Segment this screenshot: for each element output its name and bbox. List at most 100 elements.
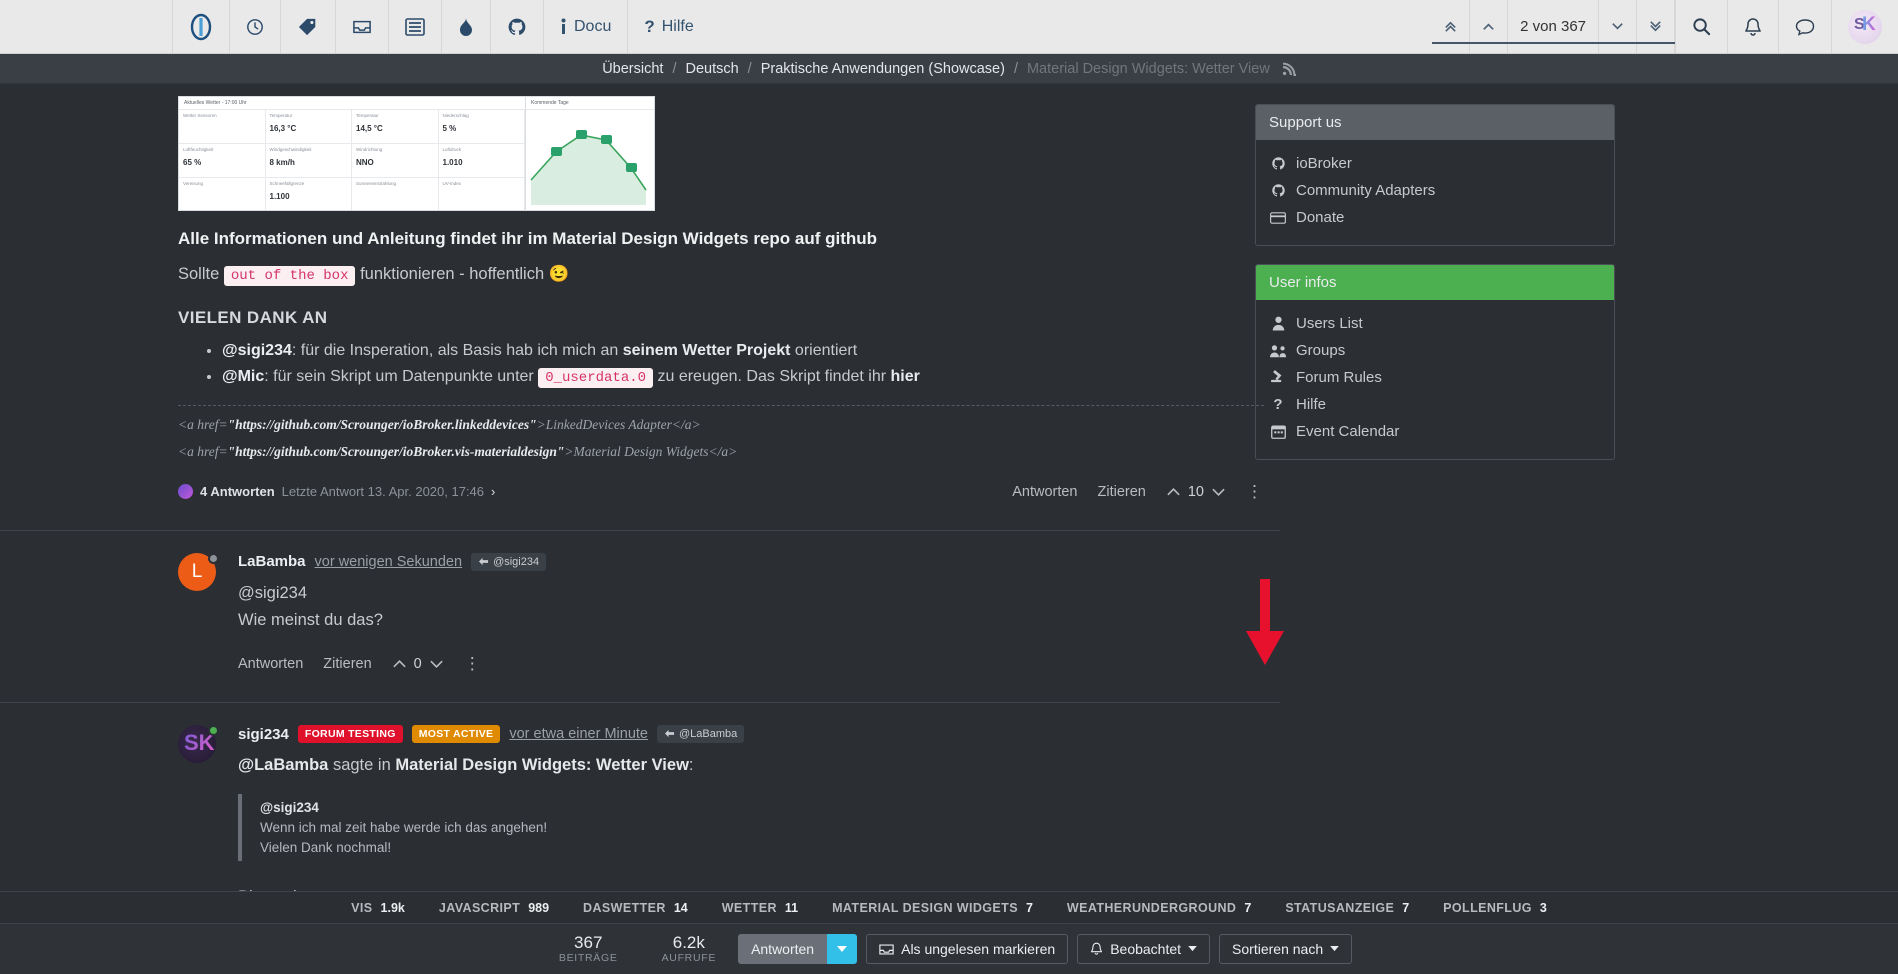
sidebar-item-donate[interactable]: Donate — [1269, 204, 1601, 231]
tag-javascript[interactable]: JAVASCRIPT 989 — [439, 901, 549, 915]
status-badge — [208, 552, 219, 564]
nav-recent[interactable] — [229, 0, 280, 53]
upvote-button[interactable] — [392, 658, 407, 670]
code-text: Material Design Widgets — [573, 443, 709, 459]
nav-tags[interactable] — [280, 0, 335, 53]
post-line2-after: funktionieren - hoffentlich — [355, 265, 549, 283]
pager-first-button[interactable] — [1432, 0, 1471, 53]
reply-button[interactable]: Antworten — [1012, 484, 1077, 500]
sidebar-item-forum-rules[interactable]: Forum Rules — [1269, 364, 1601, 391]
breadcrumb-item-showcase[interactable]: Praktische Anwendungen (Showcase) — [761, 61, 1005, 77]
sidebar-item-groups[interactable]: Groups — [1269, 337, 1601, 364]
link-wetter-projekt[interactable]: seinem Wetter Projekt — [623, 342, 791, 359]
nav-docu[interactable]: Docu — [543, 0, 627, 53]
sidebar-item-community-adapters[interactable]: Community Adapters — [1269, 177, 1601, 204]
bell-icon — [1744, 17, 1762, 37]
topic-content-column: Aktuelles Wetter - 17:00 Uhr Wetter Sens… — [0, 84, 1324, 970]
tag-name: STATUSANZEIGE — [1285, 900, 1395, 915]
nav-categories[interactable] — [388, 0, 441, 53]
sidebar-item-label: Donate — [1296, 209, 1345, 226]
reply-button[interactable]: Antworten — [238, 656, 303, 672]
nav-github[interactable] — [490, 0, 543, 53]
vote-count: 10 — [1187, 483, 1204, 500]
replies-summary[interactable]: 4 Antworten Letzte Antwort 13. Apr. 2020… — [178, 484, 495, 500]
code-suffix: </a> — [708, 443, 738, 459]
rss-icon[interactable] — [1282, 62, 1296, 76]
github-icon — [1269, 156, 1287, 171]
tile: Sonneneinstrahlung — [352, 178, 439, 210]
tag-pollenflug[interactable]: POLLENFLUG 3 — [1443, 901, 1547, 915]
calendar-icon — [1269, 424, 1287, 439]
tag-material-design-widgets[interactable]: MATERIAL DESIGN WIDGETS 7 — [832, 901, 1033, 915]
downvote-button[interactable] — [429, 658, 444, 670]
quote-button[interactable]: Zitieren — [1098, 484, 1146, 500]
pager-count-label[interactable]: 2 von 367 — [1508, 0, 1599, 53]
sidebar-item-iobroker[interactable]: ioBroker — [1269, 150, 1601, 177]
sidebar-item-users-list[interactable]: Users List — [1269, 310, 1601, 337]
badge-forum-testing: FORUM TESTING — [297, 725, 403, 744]
vote-count: 0 — [413, 656, 422, 673]
breadcrumb-item-deutsch[interactable]: Deutsch — [685, 61, 738, 77]
post-username[interactable]: sigi234 — [238, 726, 289, 743]
kebab-menu-icon[interactable]: ⋮ — [1246, 482, 1264, 502]
sidebar-item-hilfe[interactable]: ? Hilfe — [1269, 391, 1601, 418]
thanks-1-text: : für sein Skript um Datenpunkte unter — [264, 368, 539, 386]
nav-hilfe[interactable]: ? Hilfe — [627, 0, 709, 53]
nav-search-button[interactable] — [1675, 0, 1727, 53]
post-timestamp[interactable]: vor etwa einer Minute — [509, 726, 648, 742]
tag-name: POLLENFLUG — [1443, 900, 1532, 915]
breadcrumb-item-uebersicht[interactable]: Übersicht — [602, 61, 663, 77]
sort-label: Sortieren nach — [1232, 941, 1324, 957]
upvote-button[interactable] — [1166, 486, 1181, 498]
pager-prev-button[interactable] — [1470, 0, 1509, 53]
mark-unread-button[interactable]: Als ungelesen markieren — [866, 934, 1069, 964]
sort-button[interactable]: Sortieren nach — [1219, 934, 1353, 964]
downvote-button[interactable] — [1211, 486, 1226, 498]
vote-group: 0 — [392, 656, 444, 672]
tag-daswetter[interactable]: DASWETTER 14 — [583, 901, 688, 915]
tile: Windrichtung NNO — [352, 144, 439, 178]
forecast-chart-screenshot[interactable]: Kommende Tage — [526, 96, 655, 211]
vote-group: 10 — [1166, 484, 1226, 500]
pager-next-button[interactable] — [1599, 0, 1637, 53]
nav-user-avatar[interactable]: SK — [1831, 0, 1898, 53]
tag-statusanzeige[interactable]: STATUSANZEIGE 7 — [1285, 901, 1409, 915]
kebab-menu-icon[interactable]: ⋮ — [464, 654, 482, 674]
tag-wetter[interactable]: WETTER 11 — [722, 901, 798, 915]
post-footer-first: 4 Antworten Letzte Antwort 13. Apr. 2020… — [178, 482, 1264, 502]
reply-to-chip[interactable]: @sigi234 — [471, 552, 547, 571]
caret-down-icon — [837, 945, 848, 953]
link-hier[interactable]: hier — [890, 368, 919, 385]
breadcrumb-separator: / — [1013, 60, 1018, 77]
tag-vis[interactable]: VIS 1.9k — [351, 901, 405, 915]
quoted-topic-link[interactable]: Material Design Widgets: Wetter View — [395, 756, 689, 774]
tile: Temperatur 14,5 °C — [352, 110, 439, 144]
nav-popular[interactable] — [441, 0, 490, 53]
smile-emoji-icon: 😉 — [548, 265, 570, 283]
tag-weatherunderground[interactable]: WEATHERUNDERGROUND 7 — [1067, 901, 1251, 915]
reply-dropdown-button[interactable] — [827, 934, 858, 964]
nav-iobroker-logo[interactable] — [172, 0, 229, 53]
mention-mic[interactable]: @Mic — [222, 368, 264, 385]
blockquote-author: @sigi234 — [260, 800, 319, 816]
weather-dashboard-screenshot[interactable]: Aktuelles Wetter - 17:00 Uhr Wetter Sens… — [178, 96, 526, 211]
sidebar-item-event-calendar[interactable]: Event Calendar — [1269, 418, 1601, 445]
nav-notifications-button[interactable] — [1727, 0, 1778, 53]
avatar — [178, 484, 193, 500]
reply-to-chip[interactable]: @LaBamba — [656, 725, 745, 744]
iobroker-logo-icon — [189, 13, 213, 41]
pager-last-button[interactable] — [1637, 0, 1675, 53]
post-timestamp[interactable]: vor wenigen Sekunden — [315, 554, 463, 570]
code-mid: > — [564, 443, 574, 459]
mention-sigi234[interactable]: @sigi234 — [222, 342, 292, 359]
code-url: "https://github.com/Scrounger/ioBroker.v… — [227, 443, 565, 459]
watched-button[interactable]: Beobachtet — [1077, 934, 1211, 964]
nav-chat-button[interactable] — [1778, 0, 1831, 53]
widget-title: Support us — [1256, 105, 1614, 140]
post-username[interactable]: LaBamba — [238, 553, 306, 570]
nav-unread[interactable] — [335, 0, 388, 53]
reply-button[interactable]: Antworten — [738, 934, 828, 964]
tag-count: 7 — [1025, 900, 1033, 915]
mention-labamba[interactable]: @LaBamba — [238, 756, 328, 774]
quote-button[interactable]: Zitieren — [323, 656, 371, 672]
